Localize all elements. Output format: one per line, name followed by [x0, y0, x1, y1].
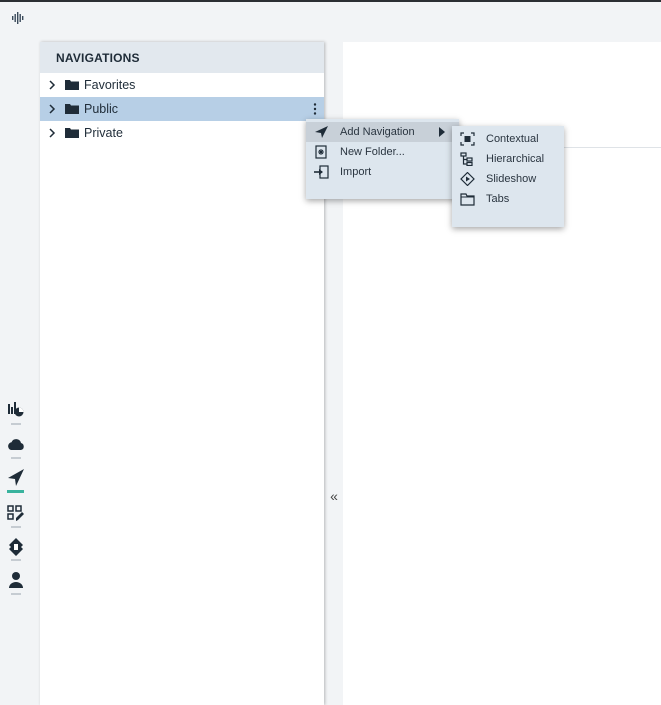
chevron-right-icon[interactable]	[47, 103, 57, 115]
submenu-item-contextual[interactable]: Contextual	[452, 129, 564, 149]
context-menu: Add Navigation New Folder... Import	[306, 119, 459, 199]
collapse-panel-button[interactable]: «	[327, 488, 341, 504]
import-icon	[314, 165, 329, 179]
cloud-icon[interactable]	[6, 435, 26, 455]
rail-indicator	[11, 423, 21, 425]
rail-indicator	[11, 457, 21, 459]
contextual-icon	[460, 132, 475, 146]
paper-plane-icon	[315, 126, 328, 138]
tree-item-label: Private	[84, 126, 123, 140]
tree-item-favorites[interactable]: Favorites	[40, 73, 324, 97]
rail-active-indicator	[7, 490, 24, 493]
folder-icon	[65, 104, 79, 114]
waveform-logo-icon[interactable]	[11, 11, 25, 25]
grid-edit-icon[interactable]	[6, 504, 26, 524]
divider	[560, 147, 661, 148]
window-top-border	[0, 0, 661, 2]
new-folder-icon	[315, 145, 327, 159]
folder-icon	[65, 128, 79, 138]
panel-title: NAVIGATIONS	[40, 42, 324, 73]
rail-indicator	[11, 593, 21, 595]
add-navigation-submenu: Contextual Hierarchical Slideshow Tabs	[452, 126, 564, 227]
tree-item-label: Public	[84, 102, 119, 116]
submenu-item-slideshow[interactable]: Slideshow	[452, 169, 564, 189]
rail-indicator	[11, 526, 21, 528]
submenu-arrow-icon	[439, 127, 445, 137]
tree-item-private[interactable]: Private	[40, 121, 324, 145]
slideshow-icon	[460, 172, 475, 186]
menu-item-label: Hierarchical	[486, 153, 545, 165]
menu-item-label: Import	[340, 166, 372, 178]
tree-item-public[interactable]: Public	[40, 97, 324, 121]
left-rail	[0, 40, 33, 705]
folder-icon	[65, 80, 79, 90]
menu-item-new-folder[interactable]: New Folder...	[306, 142, 459, 162]
tabs-icon	[460, 193, 475, 206]
menu-item-label: Tabs	[486, 193, 510, 205]
tree-item-label: Favorites	[84, 78, 136, 92]
rail-indicator	[11, 559, 21, 561]
menu-item-label: New Folder...	[340, 146, 405, 158]
chevron-right-icon[interactable]	[47, 127, 57, 139]
menu-item-import[interactable]: Import	[306, 162, 459, 182]
chart-pie-icon[interactable]	[6, 400, 26, 420]
puzzle-icon[interactable]	[6, 537, 26, 557]
kebab-menu-icon[interactable]	[312, 102, 318, 116]
paper-plane-icon[interactable]	[6, 468, 26, 488]
submenu-item-tabs[interactable]: Tabs	[452, 189, 564, 209]
menu-item-add-navigation[interactable]: Add Navigation	[306, 122, 459, 142]
hierarchical-icon	[460, 152, 473, 166]
menu-item-label: Add Navigation	[340, 126, 415, 138]
user-icon[interactable]	[6, 570, 26, 590]
submenu-item-hierarchical[interactable]: Hierarchical	[452, 149, 564, 169]
menu-item-label: Contextual	[486, 133, 539, 145]
menu-item-label: Slideshow	[486, 173, 537, 185]
navigations-panel: NAVIGATIONS Favorites Public Private	[40, 42, 324, 705]
chevron-right-icon[interactable]	[47, 79, 57, 91]
